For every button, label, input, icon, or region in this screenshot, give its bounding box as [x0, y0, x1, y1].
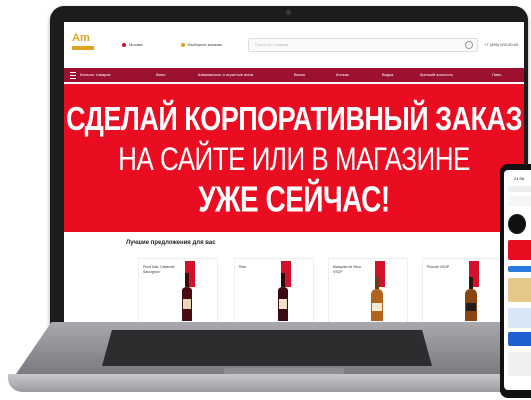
wine-bottle-icon [182, 273, 192, 321]
phone-tab-bar[interactable] [508, 266, 531, 272]
product-card[interactable]: Marquise de Siruc VSOP [328, 258, 408, 322]
nav-item-catalog[interactable]: Каталог товаров [80, 72, 111, 77]
laptop-front-edge [8, 374, 530, 392]
site-logo[interactable]: Am [72, 31, 94, 55]
phone-product-image[interactable] [508, 278, 531, 302]
phone-clock: 21:36 [514, 176, 525, 181]
nav-item-vodka[interactable]: Водка [382, 72, 393, 77]
city-selector[interactable]: Москва [122, 42, 143, 47]
banner-headline: СДЕЛАЙ КОРПОРАТИВНЫЙ ЗАКАЗ [66, 100, 522, 138]
laptop-base [8, 322, 530, 394]
nav-item-whisky[interactable]: Виски [294, 72, 305, 77]
promo-banner[interactable]: СДЕЛАЙ КОРПОРАТИВНЫЙ ЗАКАЗ НА САЙТЕ ИЛИ … [64, 84, 524, 232]
phone-header-bar [508, 186, 531, 192]
laptop-screen: Am Москва Выберите магазин Поиск по това… [64, 22, 524, 322]
banner-subline: НА САЙТЕ ИЛИ В МАГАЗИНЕ [118, 140, 470, 178]
search-placeholder: Поиск по товарам [255, 42, 289, 47]
phone-screen: 21:36 [504, 170, 531, 390]
shop-icon [181, 42, 185, 47]
header-phone[interactable]: +7 (495) 000-00-00 [484, 42, 518, 47]
cognac-bottle-icon [371, 277, 383, 321]
product-name: Pinouie VSOP [427, 265, 450, 269]
cognac-bottle-icon [465, 277, 477, 321]
keyboard [102, 330, 432, 366]
camera [286, 10, 291, 15]
product-name: Marquise de Siruc VSOP [333, 265, 362, 274]
main-nav: Каталог товаров Вино Шампанское и игрист… [64, 68, 524, 82]
nav-item-sparkling[interactable]: Шампанское и игристые вина [198, 72, 253, 77]
product-name: Rolo [239, 265, 247, 269]
city-label: Москва [129, 42, 143, 47]
smartphone: 21:36 [500, 164, 531, 398]
nav-item-beer[interactable]: Пиво [492, 72, 501, 77]
shop-label: Выберите магазин [188, 42, 223, 47]
menu-icon[interactable] [70, 72, 76, 79]
nav-item-spirits[interactable]: Крепкий алкоголь [420, 72, 453, 77]
laptop: Am Москва Выберите магазин Поиск по това… [50, 6, 528, 334]
product-name: Pinot Noir, Cabernet Sauvignon [143, 265, 175, 274]
nav-item-cognac[interactable]: Коньяк [336, 72, 349, 77]
scene: Am Москва Выберите магазин Поиск по това… [0, 0, 531, 400]
product-card[interactable]: Pinouie VSOP [422, 258, 502, 322]
product-card[interactable]: Rolo [234, 258, 314, 322]
search-input[interactable]: Поиск по товарам [248, 38, 478, 52]
search-icon[interactable] [465, 41, 473, 49]
logo-underline [72, 46, 94, 50]
phone-product-image[interactable] [508, 308, 531, 328]
phone-product-list[interactable] [508, 352, 531, 376]
banner-cta-text: УЖЕ СЕЙЧАС! [198, 179, 390, 220]
location-pin-icon [122, 42, 126, 47]
phone-search-bar[interactable] [508, 196, 531, 206]
phone-promo-strip[interactable] [508, 332, 531, 346]
product-card[interactable]: Pinot Noir, Cabernet Sauvignon [138, 258, 218, 322]
logo-text: Am [72, 32, 90, 44]
nav-item-wine[interactable]: Вино [156, 72, 165, 77]
shop-selector[interactable]: Выберите магазин [181, 42, 222, 47]
phone-category-icon[interactable] [508, 214, 526, 234]
wine-bottle-icon [278, 273, 288, 321]
site-header: Am Москва Выберите магазин Поиск по това… [64, 22, 524, 68]
phone-banner[interactable] [508, 240, 531, 260]
offers-title: Лучшие предложения для вас [126, 240, 216, 246]
